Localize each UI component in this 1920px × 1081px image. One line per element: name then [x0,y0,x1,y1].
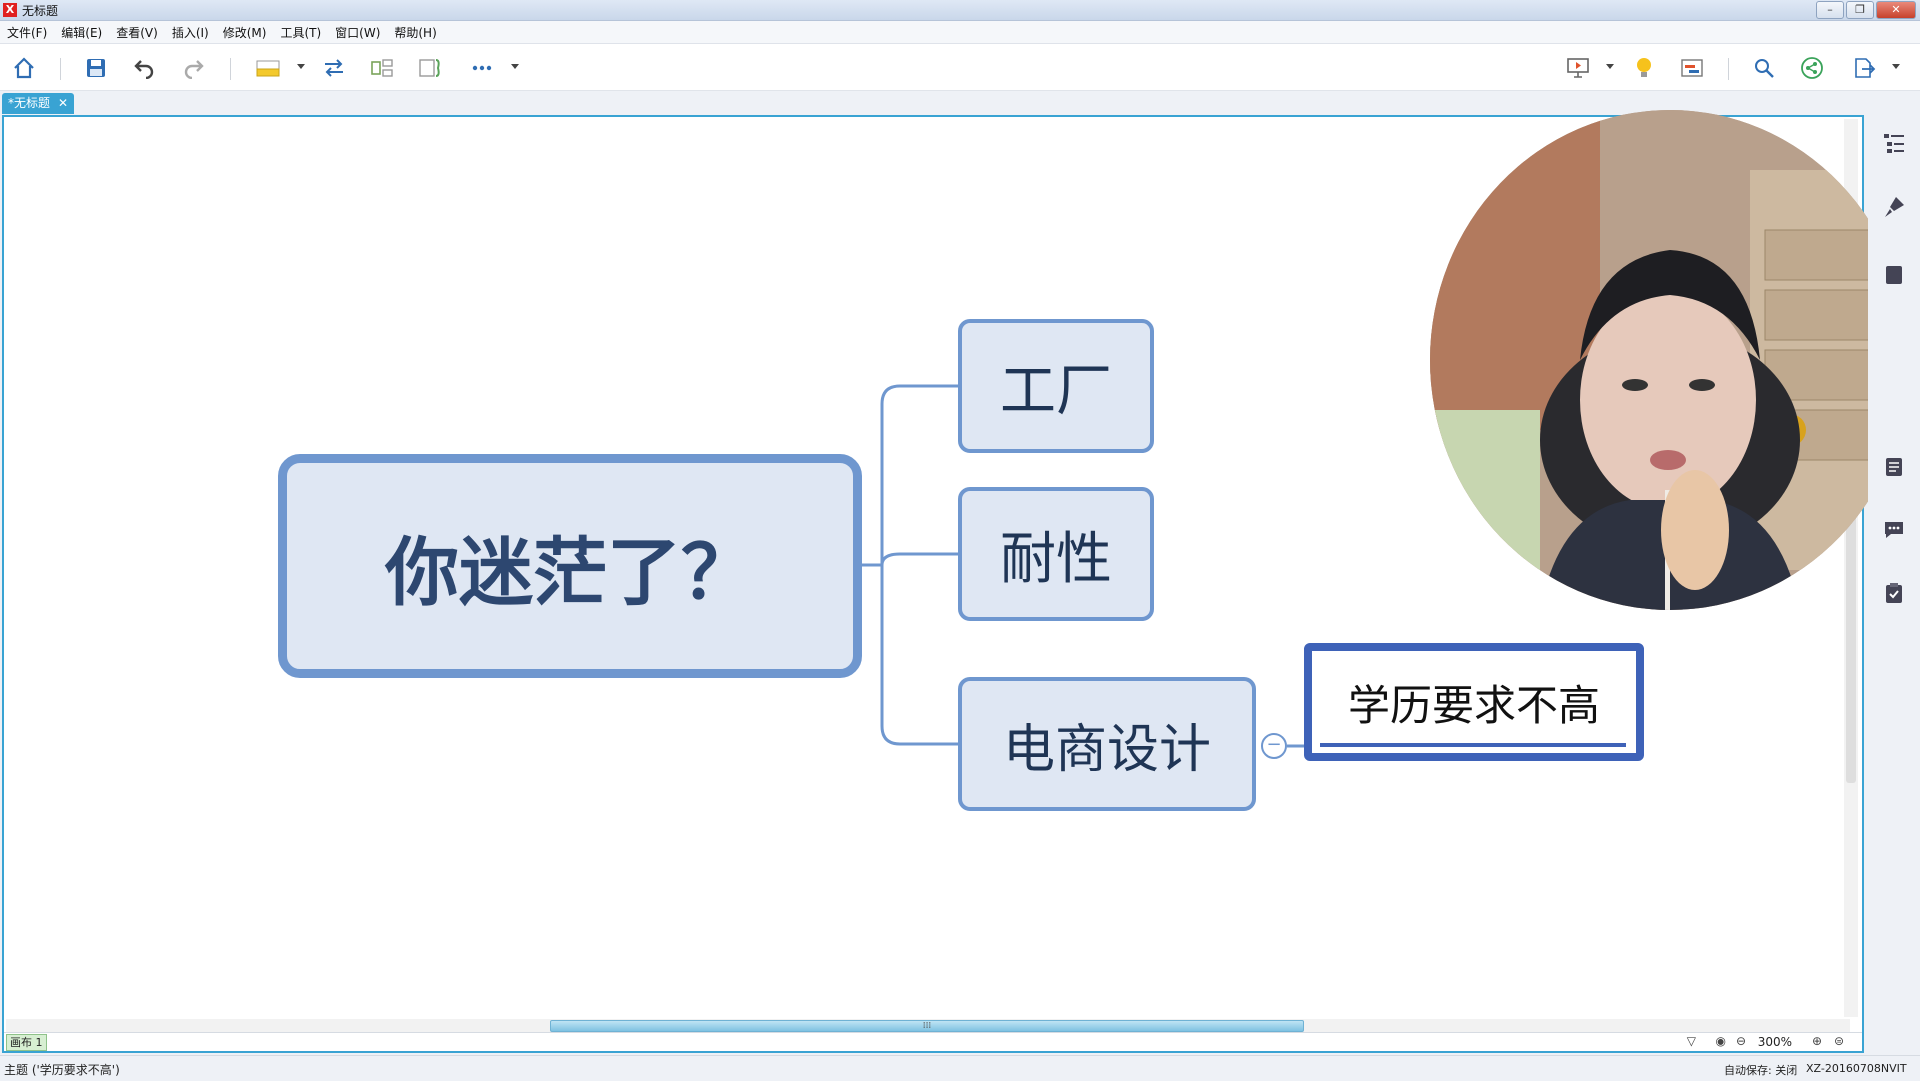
edit-underline [1320,743,1626,747]
subtopic-selected[interactable]: 学历要求不高 [1304,643,1644,761]
zoom-in-icon[interactable]: ⊕ [1812,1034,1822,1048]
horizontal-scrollbar[interactable]: ⁞⁞⁞ [6,1019,1850,1033]
selection-status: 主题 ('学历要求不高') [4,1063,120,1077]
toolbar-separator [60,58,61,80]
app-logo-icon: X [3,3,17,17]
horizontal-scrollbar-thumb[interactable]: ⁞⁞⁞ [550,1020,1304,1032]
presentation-icon[interactable] [1564,54,1592,82]
share-icon[interactable] [1798,54,1826,82]
fit-icon[interactable]: ⊜ [1834,1034,1844,1048]
right-side-panel [1868,115,1920,1053]
zoom-level: 300% [1757,1035,1792,1049]
more-icon[interactable] [468,54,496,82]
format-brush-icon[interactable] [1882,195,1906,219]
filter-icon[interactable]: ▽ [1687,1034,1696,1048]
central-topic[interactable]: 你迷茫了？ [278,454,862,678]
chevron-down-icon[interactable] [1606,64,1614,69]
chevron-down-icon[interactable] [511,64,519,69]
webcam-overlay-image [1430,110,1910,610]
document-tab-bar: *无标题 ✕ [0,91,1920,115]
status-bar: 主题 ('学历要求不高') 自动保存: 关闭 XZ-20160708NVIT [0,1055,1920,1081]
main-topic-factory[interactable]: 工厂 [958,319,1154,453]
collapse-toggle-button[interactable]: − [1261,733,1287,759]
connector-to-topic-3 [880,565,960,746]
menu-window[interactable]: 窗口(W) [328,21,387,43]
undo-icon[interactable] [130,54,158,82]
main-topic-patience[interactable]: 耐性 [958,487,1154,621]
title-bar: X 无标题 – ❐ ✕ [0,0,1920,21]
home-icon[interactable] [10,54,38,82]
icon-library-icon[interactable] [1882,263,1906,287]
window-title: 无标题 [22,4,59,18]
search-icon[interactable] [1750,54,1778,82]
comments-icon[interactable] [1882,517,1906,541]
subtopic-label: 学历要求不高 [1347,680,1600,730]
connector-to-topic-1 [880,384,960,565]
topic-label: 耐性 [1000,526,1112,592]
menu-tools[interactable]: 工具(T) [273,21,328,43]
notes-icon[interactable] [1882,455,1906,479]
summary-structure-icon[interactable] [368,54,396,82]
topic-label: 工厂 [1000,358,1112,424]
main-topic-ecommerce-design[interactable]: 电商设计 [958,677,1256,811]
window-controls: – ❐ ✕ [1816,1,1916,19]
menu-insert[interactable]: 插入(I) [165,21,216,43]
sheet-tab[interactable]: 画布 1 [6,1034,47,1051]
chevron-down-icon[interactable] [1892,64,1900,69]
close-window-button[interactable]: ✕ [1876,1,1916,19]
minimize-button[interactable]: – [1816,1,1844,19]
gantt-icon[interactable] [1678,54,1706,82]
menu-modify[interactable]: 修改(M) [216,21,274,43]
close-icon[interactable]: ✕ [58,93,68,114]
export-icon[interactable] [1850,54,1878,82]
menu-file[interactable]: 文件(F) [0,21,54,43]
canvas-footer: 画布 1 ▽ ◉ ⊖ 300% ⊕ ⊜ [4,1032,1862,1051]
menu-help[interactable]: 帮助(H) [387,21,443,43]
restore-button[interactable]: ❐ [1846,1,1874,19]
chevron-down-icon[interactable] [297,64,305,69]
central-topic-label: 你迷茫了？ [385,529,755,616]
zoom-out-icon[interactable]: ⊖ [1736,1034,1746,1048]
toolbar-separator [230,58,231,80]
menu-view[interactable]: 查看(V) [109,21,165,43]
task-clipboard-icon[interactable] [1882,581,1906,605]
tab-untitled[interactable]: *无标题 ✕ [2,93,75,114]
boundary-icon[interactable] [416,54,444,82]
tab-label: *无标题 [8,96,51,110]
connector-to-topic-2 [880,552,960,566]
vertical-scrollbar-thumb[interactable] [1846,501,1856,783]
eye-icon[interactable]: ◉ [1716,1034,1726,1048]
redo-icon[interactable] [180,54,208,82]
outline-icon[interactable] [1882,131,1906,155]
save-icon[interactable] [82,54,110,82]
machine-name: XZ-20160708NVIT [1806,1062,1907,1075]
relationship-icon[interactable] [320,54,348,82]
brainstorm-lightbulb-icon[interactable] [1630,54,1658,82]
menu-bar: 文件(F) 编辑(E) 查看(V) 插入(I) 修改(M) 工具(T) 窗口(W… [0,21,1920,44]
toolbar-separator [1728,58,1729,80]
autosave-status: 自动保存: 关闭 [1724,1064,1798,1077]
insert-topic-icon[interactable] [254,54,282,82]
topic-label: 电商设计 [1002,719,1211,780]
menu-edit[interactable]: 编辑(E) [54,21,109,43]
toolbar [0,44,1920,91]
